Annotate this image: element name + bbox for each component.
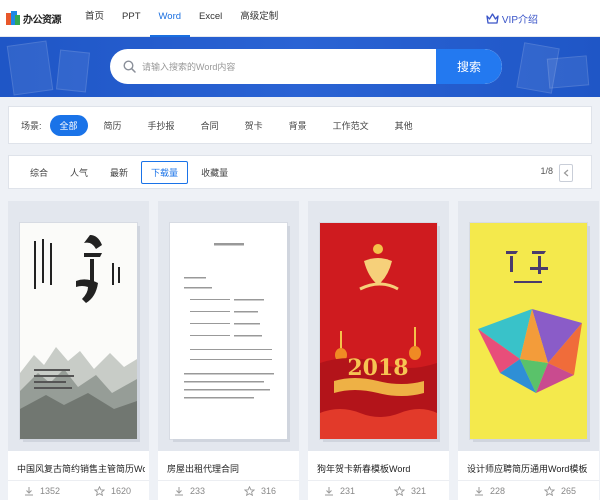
template-card[interactable]: 2018 狗年贺卡新春模板Word 231 321: [308, 201, 449, 500]
template-stats: 1352 1620: [8, 480, 149, 500]
download-count-value: 228: [490, 485, 506, 496]
card-thumbnail-area: [8, 201, 149, 451]
download-icon: [25, 486, 33, 495]
favorite-count: 265: [528, 485, 598, 496]
favorite-count-value: 265: [561, 485, 577, 496]
sort-comprehensive[interactable]: 综合: [21, 162, 57, 183]
template-card[interactable]: 设计师应聘简历通用Word模板 228 265: [458, 201, 599, 500]
template-grid: 中国风复古简约销售主管简历Wor... 1352 1620 房屋出租代理合同 2…: [0, 201, 600, 500]
scene-filter: 场景: 全部 简历 手抄报 合同 贺卡 背景 工作范文 其他: [8, 106, 592, 144]
star-icon: [394, 485, 405, 496]
scene-chip-resume[interactable]: 简历: [94, 115, 132, 136]
download-icon: [325, 486, 333, 495]
search-box: 搜索: [110, 49, 502, 84]
download-count: 228: [458, 486, 528, 496]
template-stats: 233 316: [158, 480, 299, 500]
template-card[interactable]: 房屋出租代理合同 233 316: [158, 201, 299, 500]
search-icon: [123, 60, 136, 73]
favorite-count-value: 316: [261, 485, 277, 496]
star-icon: [544, 485, 555, 496]
download-count: 1352: [8, 486, 78, 496]
chevron-left-icon: [563, 169, 569, 177]
scene-chip-greeting-card[interactable]: 贺卡: [235, 115, 273, 136]
star-icon: [94, 485, 105, 496]
card-thumbnail-area: [158, 201, 299, 451]
sort-popularity[interactable]: 人气: [61, 162, 97, 183]
nav-item-word[interactable]: Word: [149, 0, 191, 37]
sort-newest[interactable]: 最新: [101, 162, 137, 183]
logo-text: 办公资源: [23, 14, 62, 26]
download-count: 233: [158, 486, 228, 496]
scene-chip-contract[interactable]: 合同: [191, 115, 229, 136]
star-icon: [244, 485, 255, 496]
template-thumbnail-contract[interactable]: [170, 223, 287, 439]
search-banner: 搜索: [0, 37, 600, 97]
card-thumbnail-area: [458, 201, 599, 451]
download-icon: [175, 486, 183, 495]
vip-intro-link[interactable]: VIP介绍: [486, 11, 538, 26]
sort-downloads[interactable]: 下载量: [141, 160, 189, 184]
template-thumbnail-ink-resume[interactable]: [20, 223, 137, 439]
nav-item-custom[interactable]: 高级定制: [231, 0, 287, 37]
sort-favorites[interactable]: 收藏量: [192, 162, 237, 183]
search-button[interactable]: 搜索: [436, 49, 502, 84]
template-title[interactable]: 中国风复古简约销售主管简历Wor...: [17, 462, 145, 475]
template-card[interactable]: 中国风复古简约销售主管简历Wor... 1352 1620: [8, 201, 149, 500]
crown-icon: [486, 13, 499, 24]
search-input[interactable]: [142, 61, 436, 72]
prev-page-button[interactable]: [559, 164, 573, 182]
scene-chip-all[interactable]: 全部: [49, 114, 88, 136]
scene-filter-label: 场景:: [21, 120, 42, 131]
favorite-count: 1620: [78, 485, 148, 496]
download-count: 231: [308, 486, 378, 496]
logo-icon: [6, 11, 20, 25]
site-logo[interactable]: 办公资源: [6, 11, 62, 26]
top-navigation-bar: 办公资源 首页 PPT Word Excel 高级定制 VIP介绍: [0, 0, 600, 37]
download-icon: [475, 486, 483, 495]
scene-chip-other[interactable]: 其他: [385, 115, 423, 136]
template-title[interactable]: 狗年贺卡新春模板Word: [317, 462, 445, 475]
template-stats: 231 321: [308, 480, 449, 500]
nav-item-home[interactable]: 首页: [76, 0, 113, 37]
download-count-value: 233: [190, 485, 206, 496]
scene-chip-work-template[interactable]: 工作范文: [323, 115, 379, 136]
template-thumbnail-new-year-card[interactable]: 2018: [320, 223, 437, 439]
scene-chip-background[interactable]: 背景: [279, 115, 317, 136]
template-title[interactable]: 房屋出租代理合同: [167, 462, 295, 475]
main-nav: 首页 PPT Word Excel 高级定制: [76, 0, 287, 37]
card-thumbnail-area: 2018: [308, 201, 449, 451]
favorite-count: 316: [228, 485, 298, 496]
sort-bar: 综合 人气 最新 下载量 收藏量 1/8: [8, 155, 592, 189]
template-title[interactable]: 设计师应聘简历通用Word模板: [467, 462, 595, 475]
template-thumbnail-geometric-resume[interactable]: [470, 223, 587, 439]
download-count-value: 1352: [40, 485, 61, 496]
nav-item-excel[interactable]: Excel: [190, 0, 231, 37]
template-stats: 228 265: [458, 480, 599, 500]
download-count-value: 231: [340, 485, 356, 496]
svg-text:2018: 2018: [347, 355, 408, 381]
favorite-count-value: 1620: [111, 485, 132, 496]
favorite-count: 321: [378, 485, 448, 496]
vip-intro-label: VIP介绍: [501, 15, 538, 26]
scene-chip-handwritten-newspaper[interactable]: 手抄报: [138, 115, 185, 136]
favorite-count-value: 321: [411, 485, 427, 496]
page-indicator: 1/8: [540, 166, 553, 176]
nav-item-ppt[interactable]: PPT: [113, 0, 149, 37]
